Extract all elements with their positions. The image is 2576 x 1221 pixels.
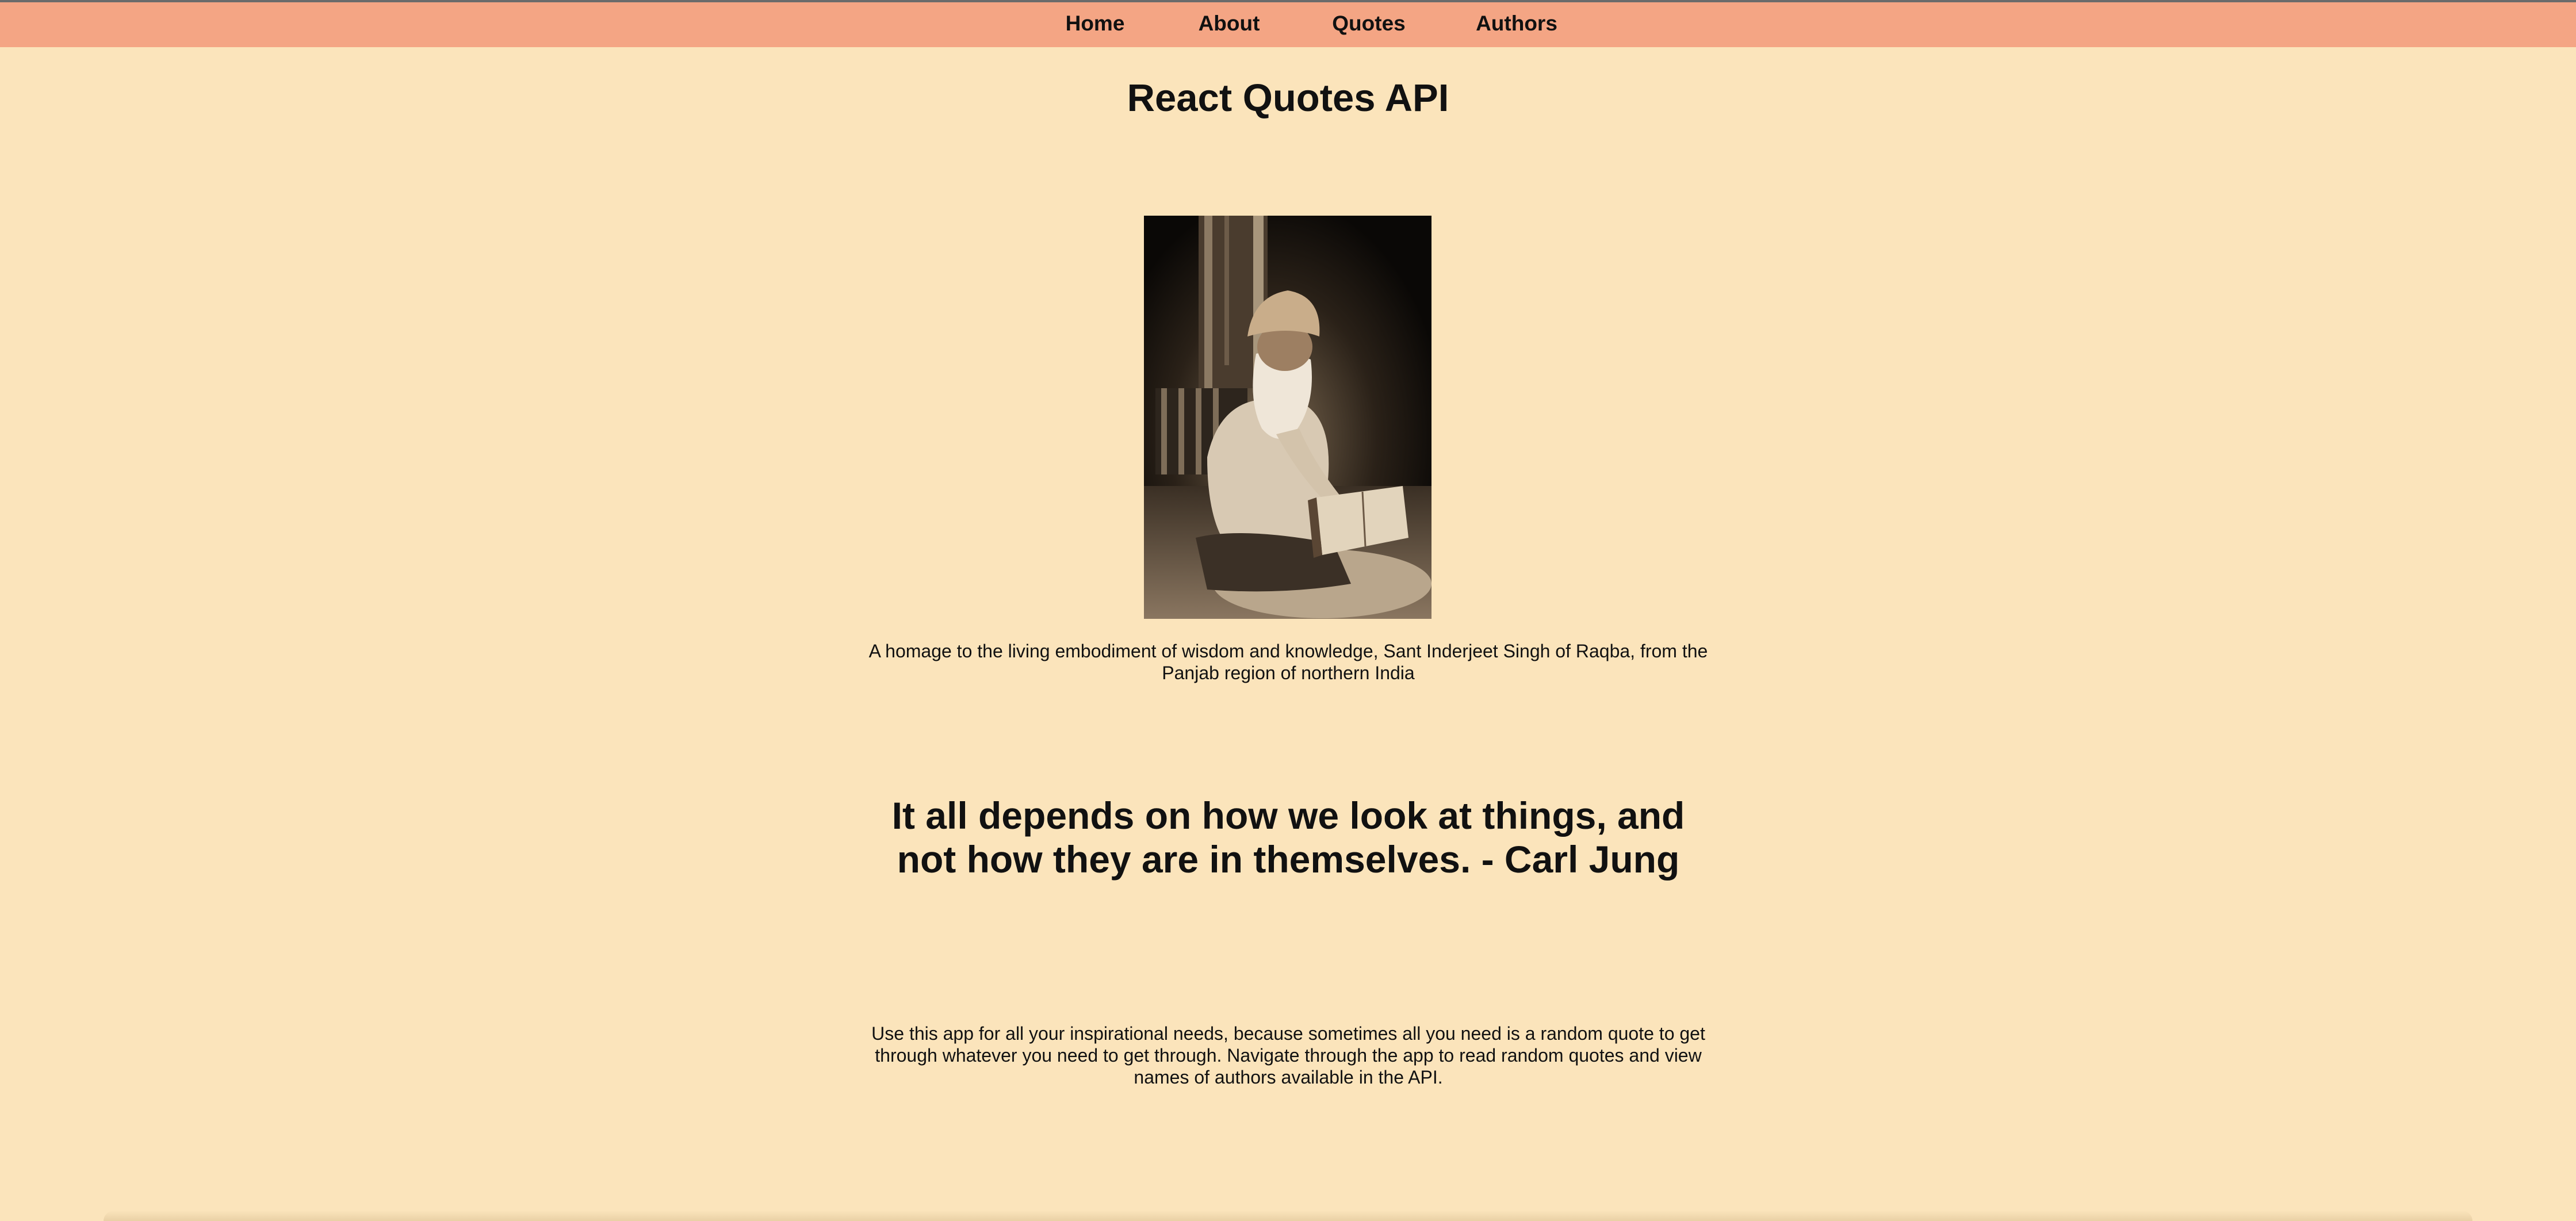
page-title: React Quotes API	[1127, 76, 1449, 120]
sant-reading-photo	[1144, 216, 1431, 619]
image-caption: A homage to the living embodiment of wis…	[868, 641, 1708, 683]
random-quote: It all depends on how we look at things,…	[891, 794, 1685, 881]
footer-shadow	[104, 1211, 2472, 1221]
nav-link-quotes[interactable]: Quotes	[1332, 2, 1405, 47]
top-navbar: Home About Quotes Authors	[0, 2, 2576, 47]
nav-link-about[interactable]: About	[1199, 2, 1260, 47]
hero-image	[1144, 216, 1431, 619]
nav-link-authors[interactable]: Authors	[1476, 2, 1557, 47]
intro-text: Use this app for all your inspirational …	[871, 1023, 1705, 1088]
nav-link-home[interactable]: Home	[1066, 2, 1125, 47]
